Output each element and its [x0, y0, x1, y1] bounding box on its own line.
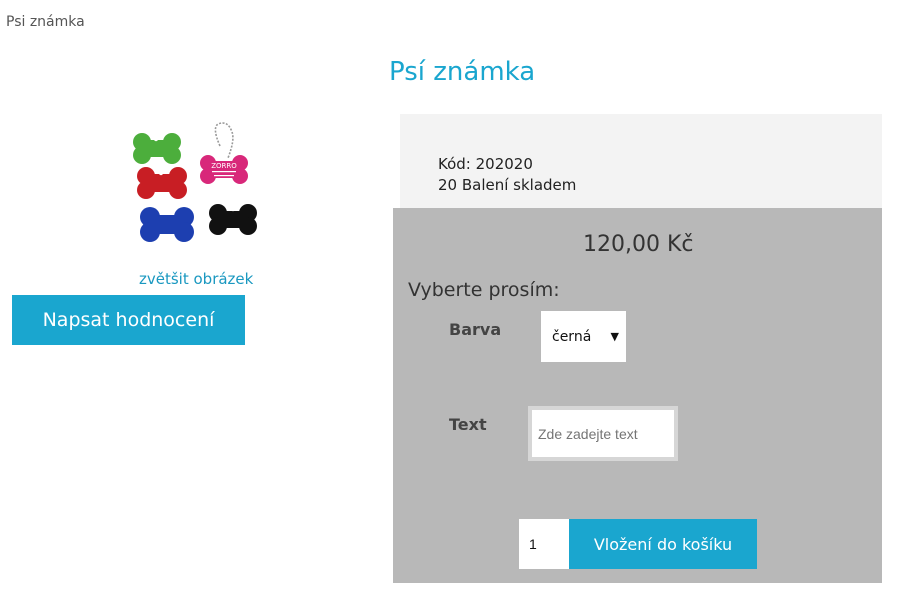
color-select[interactable]: černá ▼: [541, 311, 626, 362]
page-title: Psí známka: [389, 57, 536, 87]
dropdown-arrow-icon: ▼: [610, 330, 619, 343]
text-input-frame: [528, 406, 678, 461]
product-code: Kód: 202020: [438, 155, 533, 173]
red-bone-tag: [137, 167, 187, 199]
quantity-input[interactable]: [519, 519, 569, 569]
green-bone-tag: [133, 133, 181, 164]
zoom-image-link[interactable]: zvětšit obrázek: [139, 270, 253, 288]
product-image[interactable]: ZORRO: [128, 118, 268, 250]
product-info-box: Kód: 202020 20 Balení skladem: [400, 114, 882, 208]
purchase-panel: 120,00 Kč Vyberte prosím: Barva černá ▼ …: [393, 208, 882, 583]
write-review-button[interactable]: Napsat hodnocení: [12, 295, 245, 345]
price: 120,00 Kč: [583, 232, 694, 257]
text-label: Text: [449, 415, 487, 434]
options-heading: Vyberte prosím:: [408, 279, 560, 301]
engraving-text-input[interactable]: [532, 410, 674, 457]
color-label: Barva: [449, 320, 502, 339]
add-to-cart-button[interactable]: Vložení do košíku: [569, 519, 757, 569]
color-select-value: černá: [552, 329, 592, 345]
black-bone-tag: [209, 204, 257, 235]
svg-text:ZORRO: ZORRO: [211, 162, 237, 170]
breadcrumb: Psi známka: [6, 14, 85, 30]
pink-bone-tag: ZORRO: [200, 122, 248, 184]
stock-status: 20 Balení skladem: [438, 176, 577, 194]
blue-bone-tag: [140, 207, 194, 242]
